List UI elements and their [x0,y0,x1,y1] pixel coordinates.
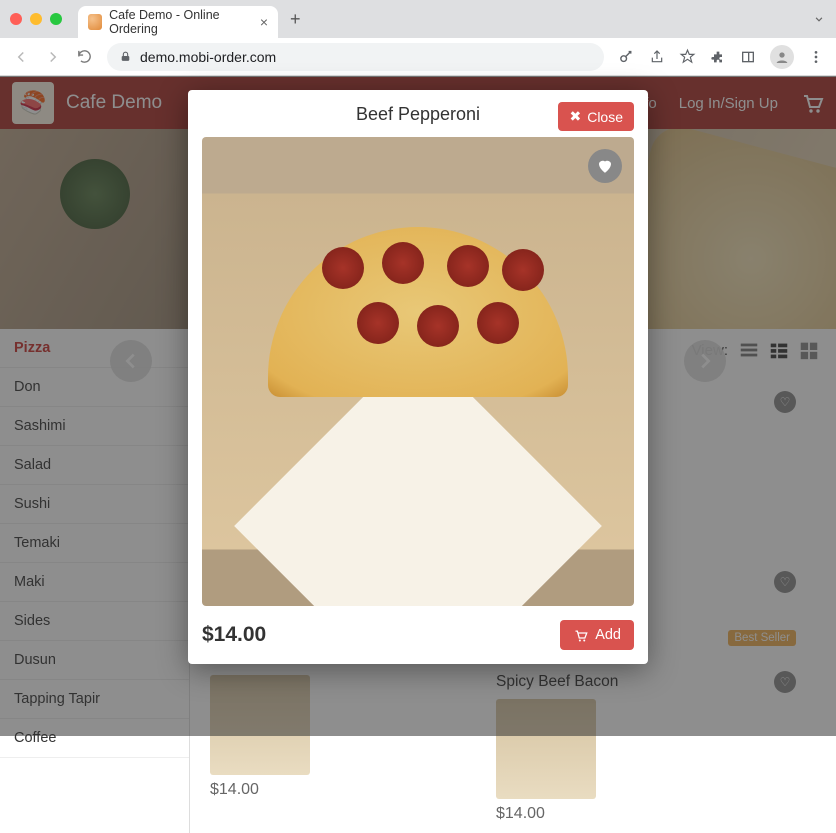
url-text: demo.mobi-order.com [140,49,276,65]
profile-avatar[interactable] [770,45,794,69]
close-x-icon: ✖ [569,108,581,125]
favicon-icon [88,14,102,30]
browser-menu-icon[interactable] [808,49,824,65]
address-bar[interactable]: demo.mobi-order.com [107,43,604,71]
bookmark-star-icon[interactable] [679,48,696,65]
new-tab-button[interactable]: + [290,9,301,30]
tab-title: Cafe Demo - Online Ordering [109,8,253,36]
browser-tab[interactable]: Cafe Demo - Online Ordering × [78,6,278,38]
close-label: Close [587,109,623,125]
reload-button[interactable] [76,48,93,65]
favorite-icon[interactable] [588,149,622,183]
extensions-icon[interactable] [710,49,726,65]
tabs-dropdown-icon[interactable] [812,12,826,26]
lock-icon [119,50,132,63]
modal-title: Beef Pepperoni [356,104,480,125]
product-modal: Beef Pepperoni ✖ Close $14.00 Add [188,90,648,664]
tab-close-icon[interactable]: × [260,14,268,30]
window-close-icon[interactable] [10,13,22,25]
back-button[interactable] [12,48,30,66]
forward-button[interactable] [44,48,62,66]
product-price: $14.00 [210,781,259,798]
window-zoom-icon[interactable] [50,13,62,25]
share-icon[interactable] [649,49,665,65]
panel-icon[interactable] [740,49,756,65]
product-price: $14.00 [496,805,545,822]
window-minimize-icon[interactable] [30,13,42,25]
add-to-cart-button[interactable]: Add [560,620,634,650]
cart-icon [573,628,588,643]
close-button[interactable]: ✖ Close [558,102,634,131]
add-label: Add [595,627,621,643]
key-icon[interactable] [618,48,635,65]
modal-product-image [202,137,634,606]
modal-price: $14.00 [202,623,266,647]
modal-overlay[interactable]: Beef Pepperoni ✖ Close $14.00 Add [0,76,836,736]
